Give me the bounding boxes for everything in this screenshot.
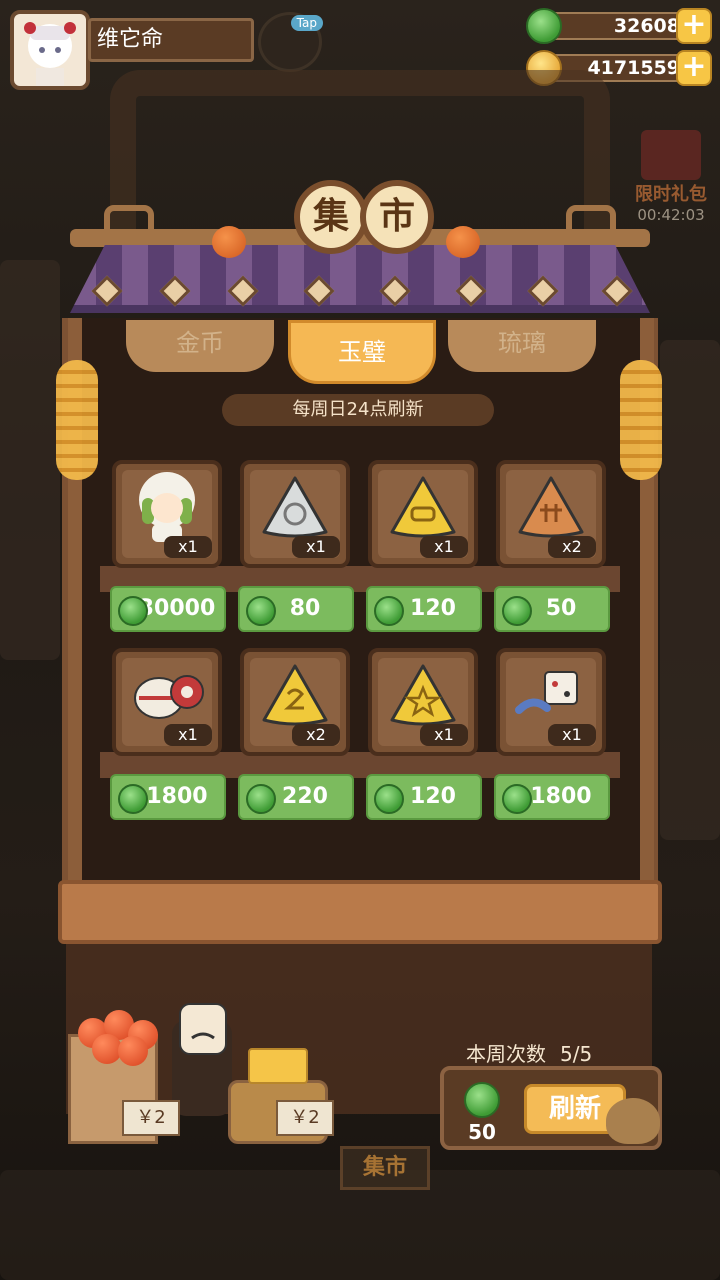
add-coins-button[interactable]: + (676, 50, 712, 86)
shop-item-5[interactable]: x1 (112, 648, 222, 756)
jade-icon (374, 596, 404, 626)
corn-decoration-icon (56, 360, 98, 480)
item-count: x1 (164, 724, 212, 746)
persimmon-icon (446, 226, 480, 258)
item-count: x1 (420, 536, 468, 558)
jade-icon (118, 784, 148, 814)
weekly-label: 本周次数 (466, 1042, 546, 1066)
weekly-refresh-count: 本周次数 5/5 (466, 1038, 592, 1067)
refresh-cost: 50 (460, 1082, 504, 1144)
jade-icon (374, 784, 404, 814)
jade-icon (464, 1082, 500, 1118)
price-button-5[interactable]: 1800 (110, 774, 226, 820)
shop-item-1[interactable]: x1 (112, 460, 222, 568)
gold-token-icon (260, 662, 330, 730)
player-avatar[interactable] (10, 10, 90, 90)
add-jade-button[interactable]: + (676, 8, 712, 44)
stall-goods: ￥2 ￥2 (52, 990, 342, 1150)
corn-decoration-icon (620, 360, 662, 480)
price-value: 120 (410, 784, 456, 809)
market-title-char-2: 市 (360, 180, 434, 254)
tab-jade[interactable]: 玉璧 (288, 320, 436, 384)
shop-item-3[interactable]: x1 (368, 460, 478, 568)
price-button-3[interactable]: 120 (366, 586, 482, 632)
jade-amount: 32608 (540, 12, 696, 40)
tap-hint-icon[interactable]: Tap (258, 12, 323, 72)
jade-icon (246, 596, 276, 626)
price-value: 1800 (530, 784, 592, 809)
shop-item-4[interactable]: x2 (496, 460, 606, 568)
item-count: x1 (420, 724, 468, 746)
tomato-icon (118, 1036, 148, 1066)
market-title-char-1: 集 (294, 180, 368, 254)
jade-resource: 32608 + (526, 8, 712, 44)
gold-token-icon (388, 474, 458, 542)
jade-icon (526, 8, 562, 44)
gift-label: 限时礼包 (635, 184, 707, 205)
weekly-count: 5/5 (560, 1042, 593, 1066)
bg-shelf-right (660, 340, 720, 840)
item-count: x1 (292, 536, 340, 558)
price-button-7[interactable]: 120 (366, 774, 482, 820)
price-button-1[interactable]: 30000 (110, 586, 226, 632)
tofu-icon (248, 1048, 308, 1084)
player-name: 维它命 (88, 18, 254, 62)
gold-star-token-icon (388, 662, 458, 730)
tab-gold[interactable]: 金币 (126, 320, 274, 372)
silver-token-icon (260, 474, 330, 542)
refresh-note: 每周日24点刷新 (222, 394, 494, 426)
gift-timer: 00:42:03 (637, 206, 705, 224)
roof-stripes (70, 245, 650, 313)
stall-roof (40, 205, 680, 325)
item-count: x2 (548, 536, 596, 558)
refresh-cost-value: 50 (468, 1120, 496, 1144)
jade-icon (246, 784, 276, 814)
persimmon-icon (212, 226, 246, 258)
jade-icon (502, 784, 532, 814)
price-value: 1800 (146, 784, 208, 809)
price-tag: ￥2 (276, 1100, 334, 1136)
tab-glass[interactable]: 琉璃 (448, 320, 596, 372)
currency-tabs: 金币 玉璧 琉璃 (126, 320, 596, 384)
price-value: 30000 (138, 596, 216, 621)
bronze-token-icon (516, 474, 586, 542)
shop-item-7[interactable]: x1 (368, 648, 478, 756)
item-count: x1 (164, 536, 212, 558)
shop-sign: 集市 (340, 1146, 430, 1190)
stall-counter (58, 880, 662, 944)
price-value: 220 (282, 784, 328, 809)
jade-icon (118, 596, 148, 626)
price-button-8[interactable]: 1800 (494, 774, 610, 820)
gift-box-icon (641, 130, 701, 180)
cat-mascot-icon (606, 1098, 660, 1144)
shop-item-8[interactable]: x1 (496, 648, 606, 756)
price-button-2[interactable]: 80 (238, 586, 354, 632)
shop-item-2[interactable]: x1 (240, 460, 350, 568)
dice-toy-icon (513, 662, 589, 730)
jade-icon (502, 596, 532, 626)
price-value: 50 (545, 596, 577, 621)
porcelain-jar-icon (129, 662, 205, 730)
price-value: 80 (289, 596, 321, 621)
price-tag: ￥2 (122, 1100, 180, 1136)
item-count: x2 (292, 724, 340, 746)
shop-item-6[interactable]: x2 (240, 648, 350, 756)
tap-badge: Tap (290, 15, 323, 31)
item-count: x1 (548, 724, 596, 746)
price-button-4[interactable]: 50 (494, 586, 610, 632)
price-value: 120 (410, 596, 456, 621)
limited-gift-button[interactable]: 限时礼包 00:42:03 (628, 130, 714, 224)
price-button-6[interactable]: 220 (238, 774, 354, 820)
